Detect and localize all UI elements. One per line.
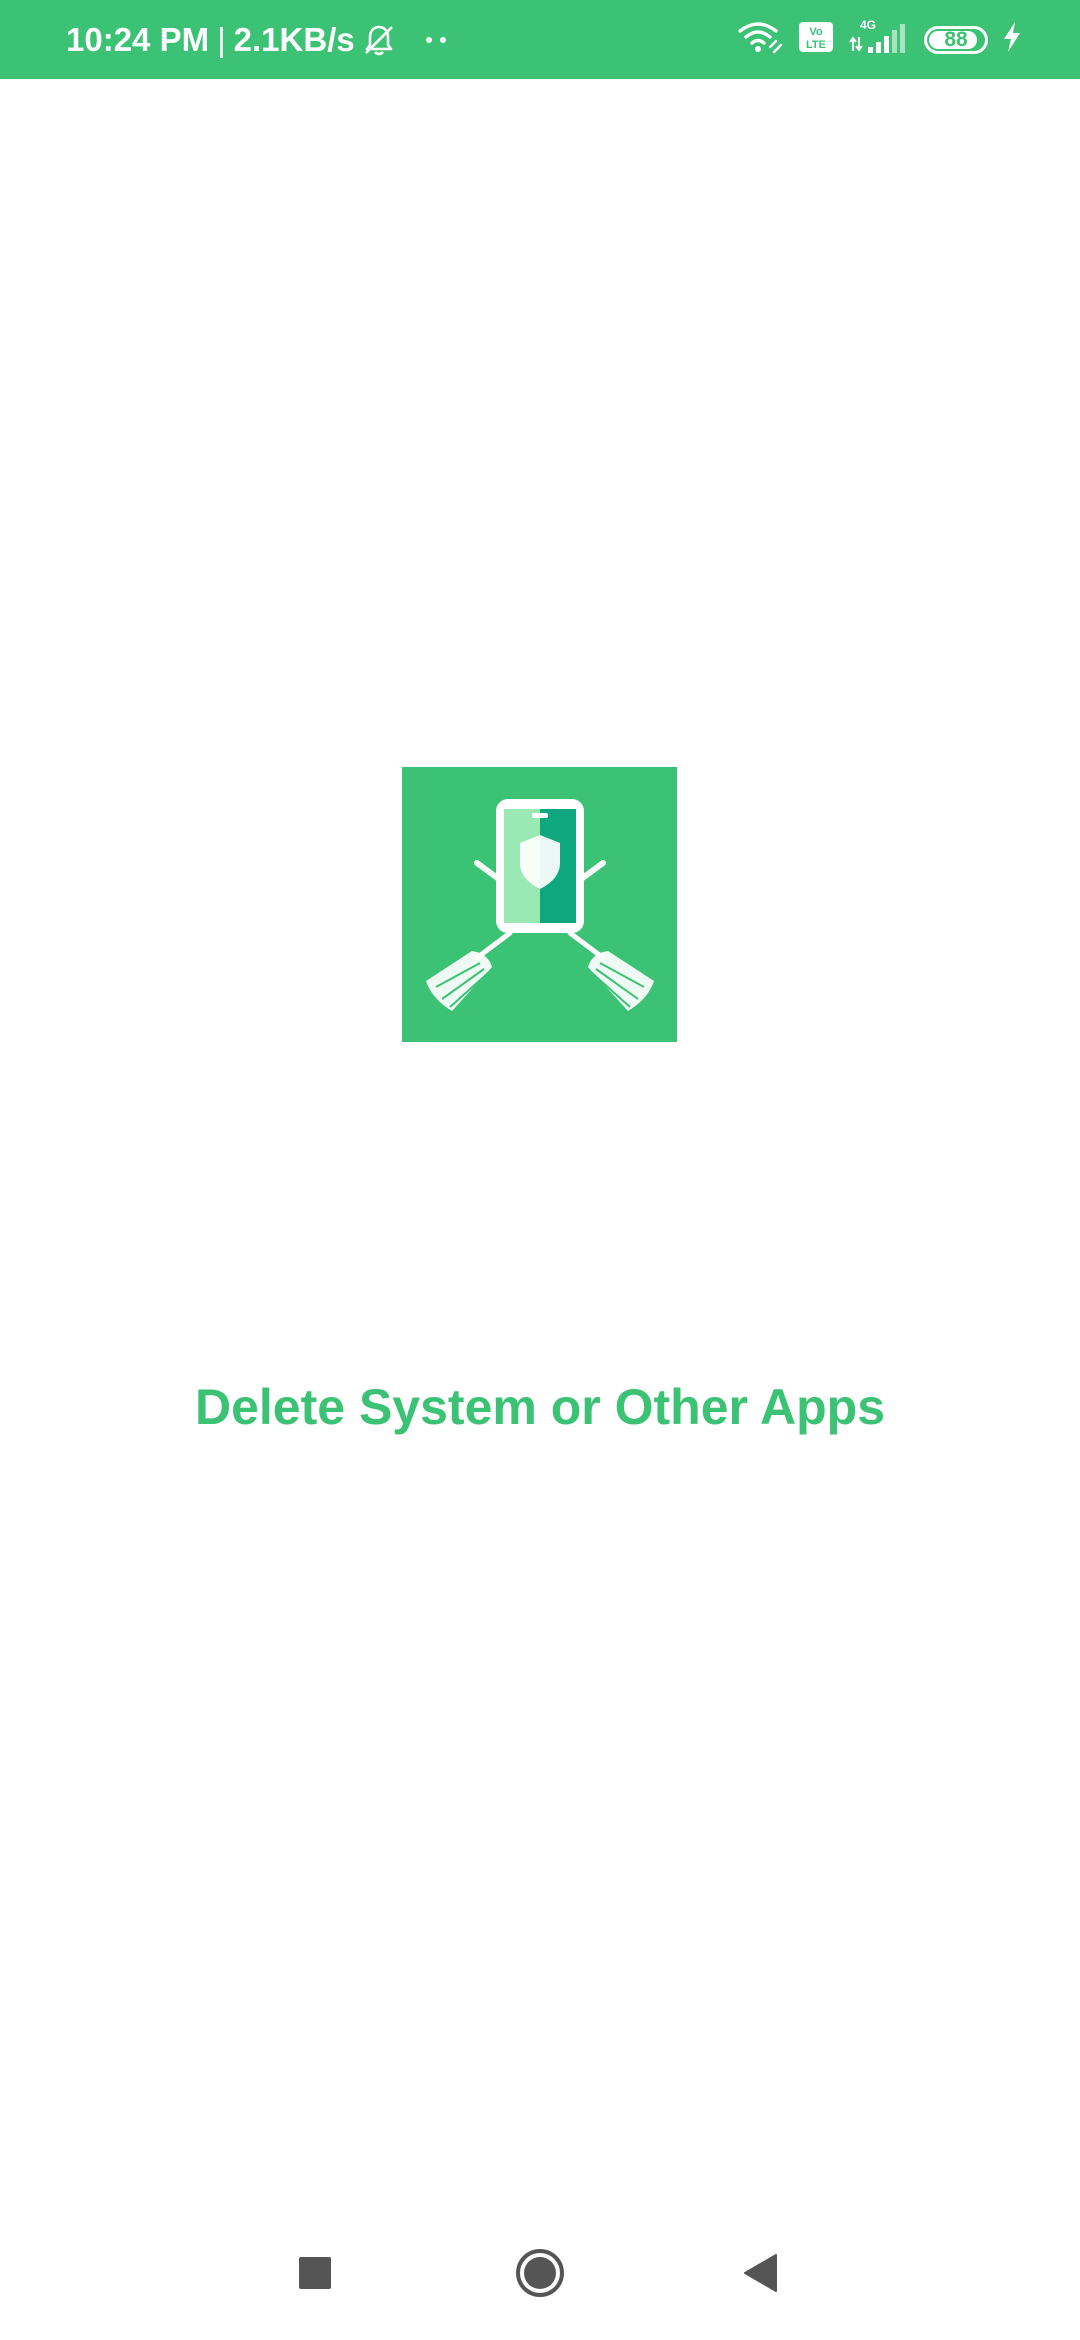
status-right: Vo LTE 4G 88	[736, 18, 1022, 60]
status-separator: |	[217, 20, 226, 58]
charging-bolt-icon	[1002, 21, 1022, 58]
home-circle-icon	[514, 2247, 566, 2304]
recents-button[interactable]	[270, 2230, 360, 2320]
splash-screen: 10:24 PM | 2.1KB/s Vo LTE 4G 88 Delete S…	[0, 0, 1080, 2340]
svg-text:LTE: LTE	[806, 39, 826, 51]
network-speed: 2.1KB/s	[233, 20, 355, 58]
mute-bell-icon	[361, 22, 397, 58]
cellular-signal-icon: 4G	[848, 18, 910, 60]
recents-square-icon	[298, 2256, 332, 2295]
home-button[interactable]	[495, 2230, 585, 2320]
back-triangle-icon	[742, 2253, 780, 2298]
volte-label: Vo	[809, 26, 823, 38]
status-left: 10:24 PM | 2.1KB/s	[66, 21, 449, 59]
more-dots-icon	[425, 35, 449, 45]
wifi-icon	[736, 19, 784, 60]
battery-percent: 88	[944, 28, 968, 51]
app-title: Delete System or Other Apps	[194, 1379, 885, 1435]
volte-icon: Vo LTE	[798, 21, 834, 58]
phone-cleaner-logo-icon	[402, 767, 677, 1042]
battery-icon: 88	[924, 25, 988, 54]
status-bar: 10:24 PM | 2.1KB/s Vo LTE 4G 88	[0, 0, 1080, 79]
back-button[interactable]	[716, 2230, 806, 2320]
network-type: 4G	[860, 19, 876, 32]
status-time: 10:24 PM	[66, 20, 210, 58]
navigation-bar	[0, 2230, 1080, 2320]
